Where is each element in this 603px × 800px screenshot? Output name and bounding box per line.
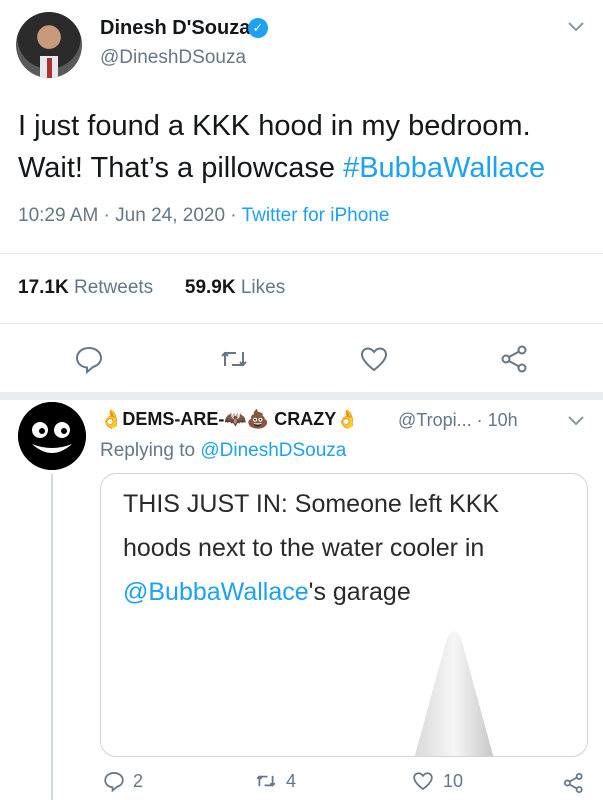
like-count: 10: [443, 770, 464, 791]
author-handle[interactable]: @DineshDSouza: [100, 47, 246, 69]
hashtag-link[interactable]: #BubbaWallace: [343, 152, 545, 184]
retweet-icon[interactable]: [219, 344, 249, 374]
card-mention: @BubbaWallace: [123, 578, 309, 606]
reply-icon[interactable]: [74, 344, 104, 374]
reply-icon: [104, 772, 124, 792]
likes-count[interactable]: 59.9K: [185, 277, 236, 298]
like-action[interactable]: 10: [411, 770, 463, 792]
author-avatar[interactable]: [16, 12, 82, 78]
divider: [0, 253, 603, 254]
section-separator: [0, 392, 603, 400]
reply-count: 2: [133, 770, 144, 791]
retweet-count: 4: [286, 770, 297, 791]
replying-to-link[interactable]: @DineshDSouza: [200, 440, 346, 461]
retweets-label[interactable]: Retweets: [74, 277, 153, 298]
tweet-text: I just found a KKK hood in my bedroom. W…: [18, 105, 593, 189]
card-suffix: 's garage: [308, 578, 411, 606]
tweet-stats: 17.1K Retweets 59.9K Likes: [18, 277, 285, 299]
heart-icon: [413, 772, 433, 791]
share-icon[interactable]: [500, 344, 530, 374]
reply-author-name[interactable]: 👌DEMS-ARE-🦇💩 CRAZY👌: [100, 409, 359, 430]
replying-to: Replying to @DineshDSouza: [100, 440, 346, 462]
tweet-meta: 10:29 AM · Jun 24, 2020 · Twitter for iP…: [18, 205, 389, 227]
tweet-timestamp: 10:29 AM · Jun 24, 2020 ·: [18, 205, 242, 226]
thread-line: [51, 474, 53, 800]
likes-label[interactable]: Likes: [241, 277, 285, 298]
retweet-action[interactable]: 4: [254, 770, 296, 792]
avatar-tie: [47, 58, 52, 78]
tweet-source-link[interactable]: Twitter for iPhone: [242, 205, 390, 226]
chevron-down-icon[interactable]: [566, 20, 586, 34]
author-name[interactable]: Dinesh D'Souza: [100, 17, 250, 40]
reply-action[interactable]: 2: [103, 770, 143, 792]
card-line: THIS JUST IN: Someone left KKK hoods nex…: [123, 490, 500, 562]
retweet-icon: [256, 775, 276, 787]
reply-author-handle[interactable]: @Tropi... · 10h: [398, 410, 518, 431]
retweets-count[interactable]: 17.1K: [18, 277, 69, 298]
reply-image-card[interactable]: THIS JUST IN: Someone left KKK hoods nex…: [100, 473, 588, 757]
chevron-down-icon[interactable]: [566, 414, 586, 428]
reply-avatar[interactable]: [18, 402, 86, 470]
heart-icon[interactable]: [359, 344, 389, 374]
divider: [0, 323, 603, 324]
share-icon[interactable]: [562, 772, 586, 794]
hood-image: [414, 631, 494, 756]
card-text: THIS JUST IN: Someone left KKK hoods nex…: [123, 482, 573, 614]
verified-badge-icon: ✓: [248, 18, 268, 38]
replying-prefix: Replying to: [100, 440, 201, 461]
